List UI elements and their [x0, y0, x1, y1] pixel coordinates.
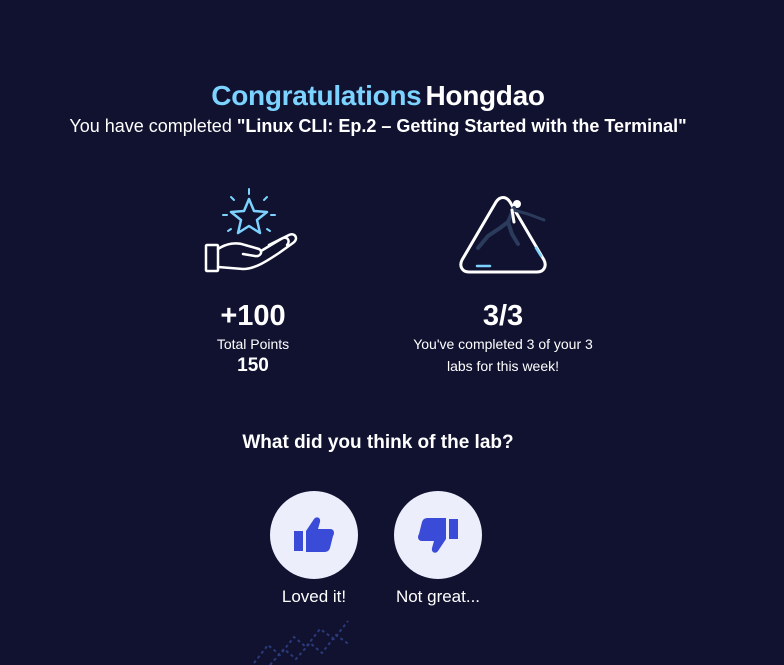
hurdle-runner-icon — [380, 185, 626, 285]
username: Hongdao — [425, 80, 545, 111]
not-great-label: Not great... — [395, 587, 481, 606]
loved-it-option: Loved it! — [254, 491, 374, 607]
thumbs-down-icon — [418, 518, 458, 553]
total-points-value: 150 — [237, 355, 269, 376]
labs-progress-text-1: You've completed 3 of your 3 — [413, 336, 593, 352]
decorative-pattern — [250, 615, 360, 665]
lab-title: "Linux CLI: Ep.2 – Getting Started with … — [236, 116, 687, 136]
congrats-word: Congratulations — [211, 80, 422, 111]
completion-prefix: You have completed — [69, 116, 237, 136]
thumbs-up-icon — [294, 517, 334, 552]
total-points-label: Total Points — [216, 336, 290, 352]
lab-completion-page: Congratulations Hongdao You have complete… — [0, 0, 784, 665]
labs-progress: 3/3 — [482, 300, 524, 332]
labs-stat: 3/3 You've completed 3 of your 3 labs fo… — [380, 185, 626, 377]
completion-message: You have completed "Linux CLI: Ep.2 – Ge… — [0, 116, 756, 137]
congratulations-heading: Congratulations Hongdao — [0, 80, 756, 112]
hand-star-icon — [178, 185, 328, 285]
points-earned: +100 — [220, 300, 286, 332]
points-stat: +100 Total Points 150 — [178, 185, 328, 377]
labs-progress-text-2: labs for this week! — [446, 358, 560, 374]
not-great-option: Not great... — [378, 491, 498, 607]
thumbs-up-button[interactable] — [270, 491, 358, 579]
thumbs-down-button[interactable] — [394, 491, 482, 579]
loved-it-label: Loved it! — [281, 587, 347, 606]
feedback-question: What did you think of the lab? — [242, 432, 514, 453]
